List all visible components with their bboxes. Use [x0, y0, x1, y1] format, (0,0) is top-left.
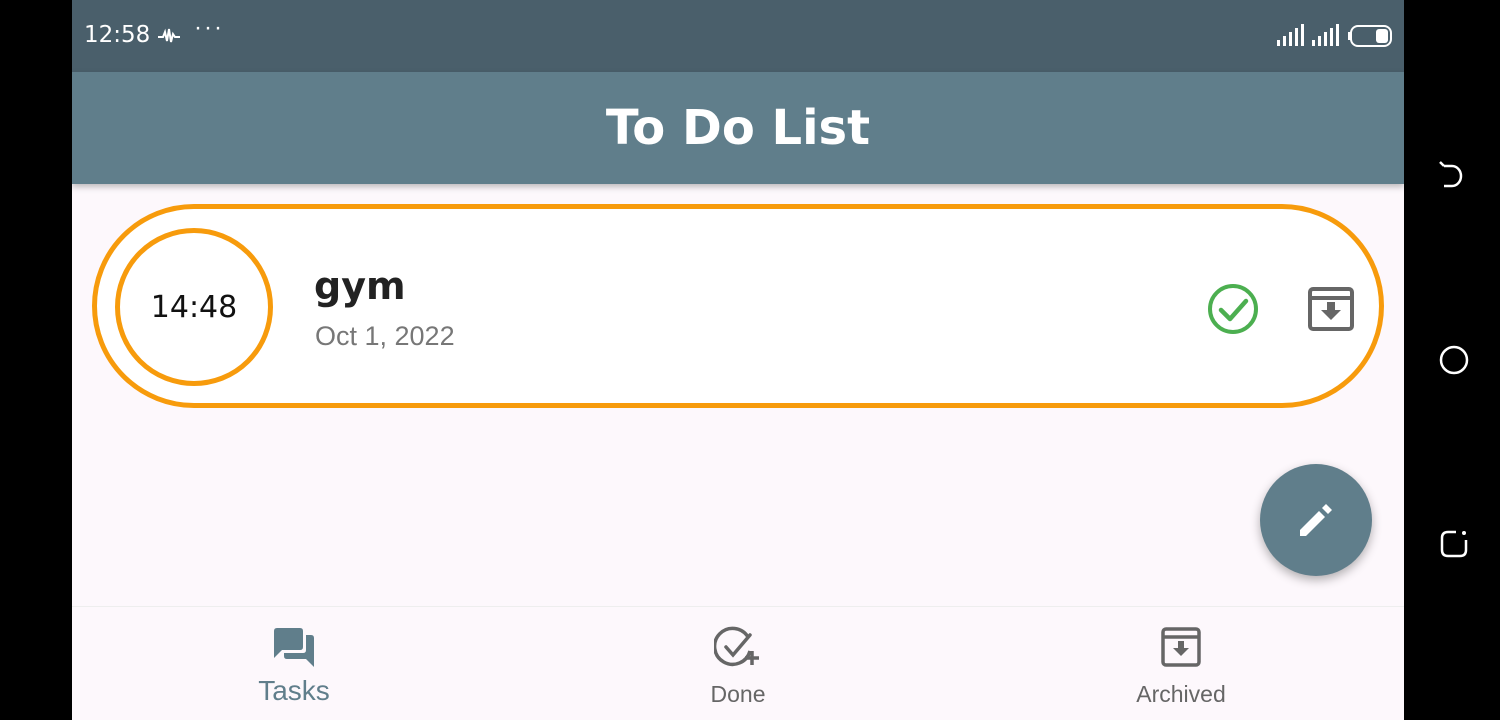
nav-tab-tasks[interactable]: Tasks: [194, 607, 394, 720]
status-time: 12:58: [84, 22, 151, 48]
nav-tab-done-label: Done: [710, 681, 766, 707]
signal-icon: [1277, 24, 1305, 51]
mark-done-button[interactable]: [1205, 281, 1261, 337]
recent-apps-icon[interactable]: [1438, 528, 1470, 565]
system-navigation-bar: [1404, 0, 1500, 720]
more-notifications-icon: ···: [194, 14, 224, 41]
nav-tab-archived-label: Archived: [1136, 681, 1226, 707]
app-bar: To Do List: [72, 72, 1404, 184]
page-title: To Do List: [605, 100, 871, 156]
nav-tab-tasks-label: Tasks: [258, 675, 330, 706]
bottom-navigation: Tasks Done Archived: [72, 606, 1404, 720]
nav-tab-archived[interactable]: Archived: [1081, 607, 1281, 720]
edit-fab-button[interactable]: [1260, 464, 1372, 576]
task-card[interactable]: 14:48 gym Oct 1, 2022: [92, 204, 1384, 408]
archive-icon: [1308, 287, 1354, 331]
battery-icon: [1348, 25, 1394, 52]
nav-tab-done[interactable]: Done: [638, 607, 838, 720]
archive-icon: [1159, 625, 1203, 673]
signal-icon: [1312, 24, 1340, 51]
archive-button[interactable]: [1303, 281, 1359, 337]
task-title: gym: [314, 264, 406, 308]
check-circle-plus-icon: [712, 625, 762, 673]
task-time: 14:48: [150, 289, 238, 325]
back-icon[interactable]: [1438, 160, 1466, 197]
activity-icon: [158, 26, 182, 51]
pencil-icon: [1300, 504, 1332, 536]
task-time-badge: 14:48: [115, 228, 273, 386]
task-date: Oct 1, 2022: [315, 321, 455, 351]
app-screen: 12:58 ··· To Do List 14:48 gym Oct 1, 20…: [72, 0, 1404, 720]
check-circle-icon: [1208, 284, 1258, 334]
status-bar: 12:58 ···: [72, 0, 1404, 72]
home-icon[interactable]: [1438, 344, 1470, 381]
chat-bubbles-icon: [272, 625, 316, 673]
